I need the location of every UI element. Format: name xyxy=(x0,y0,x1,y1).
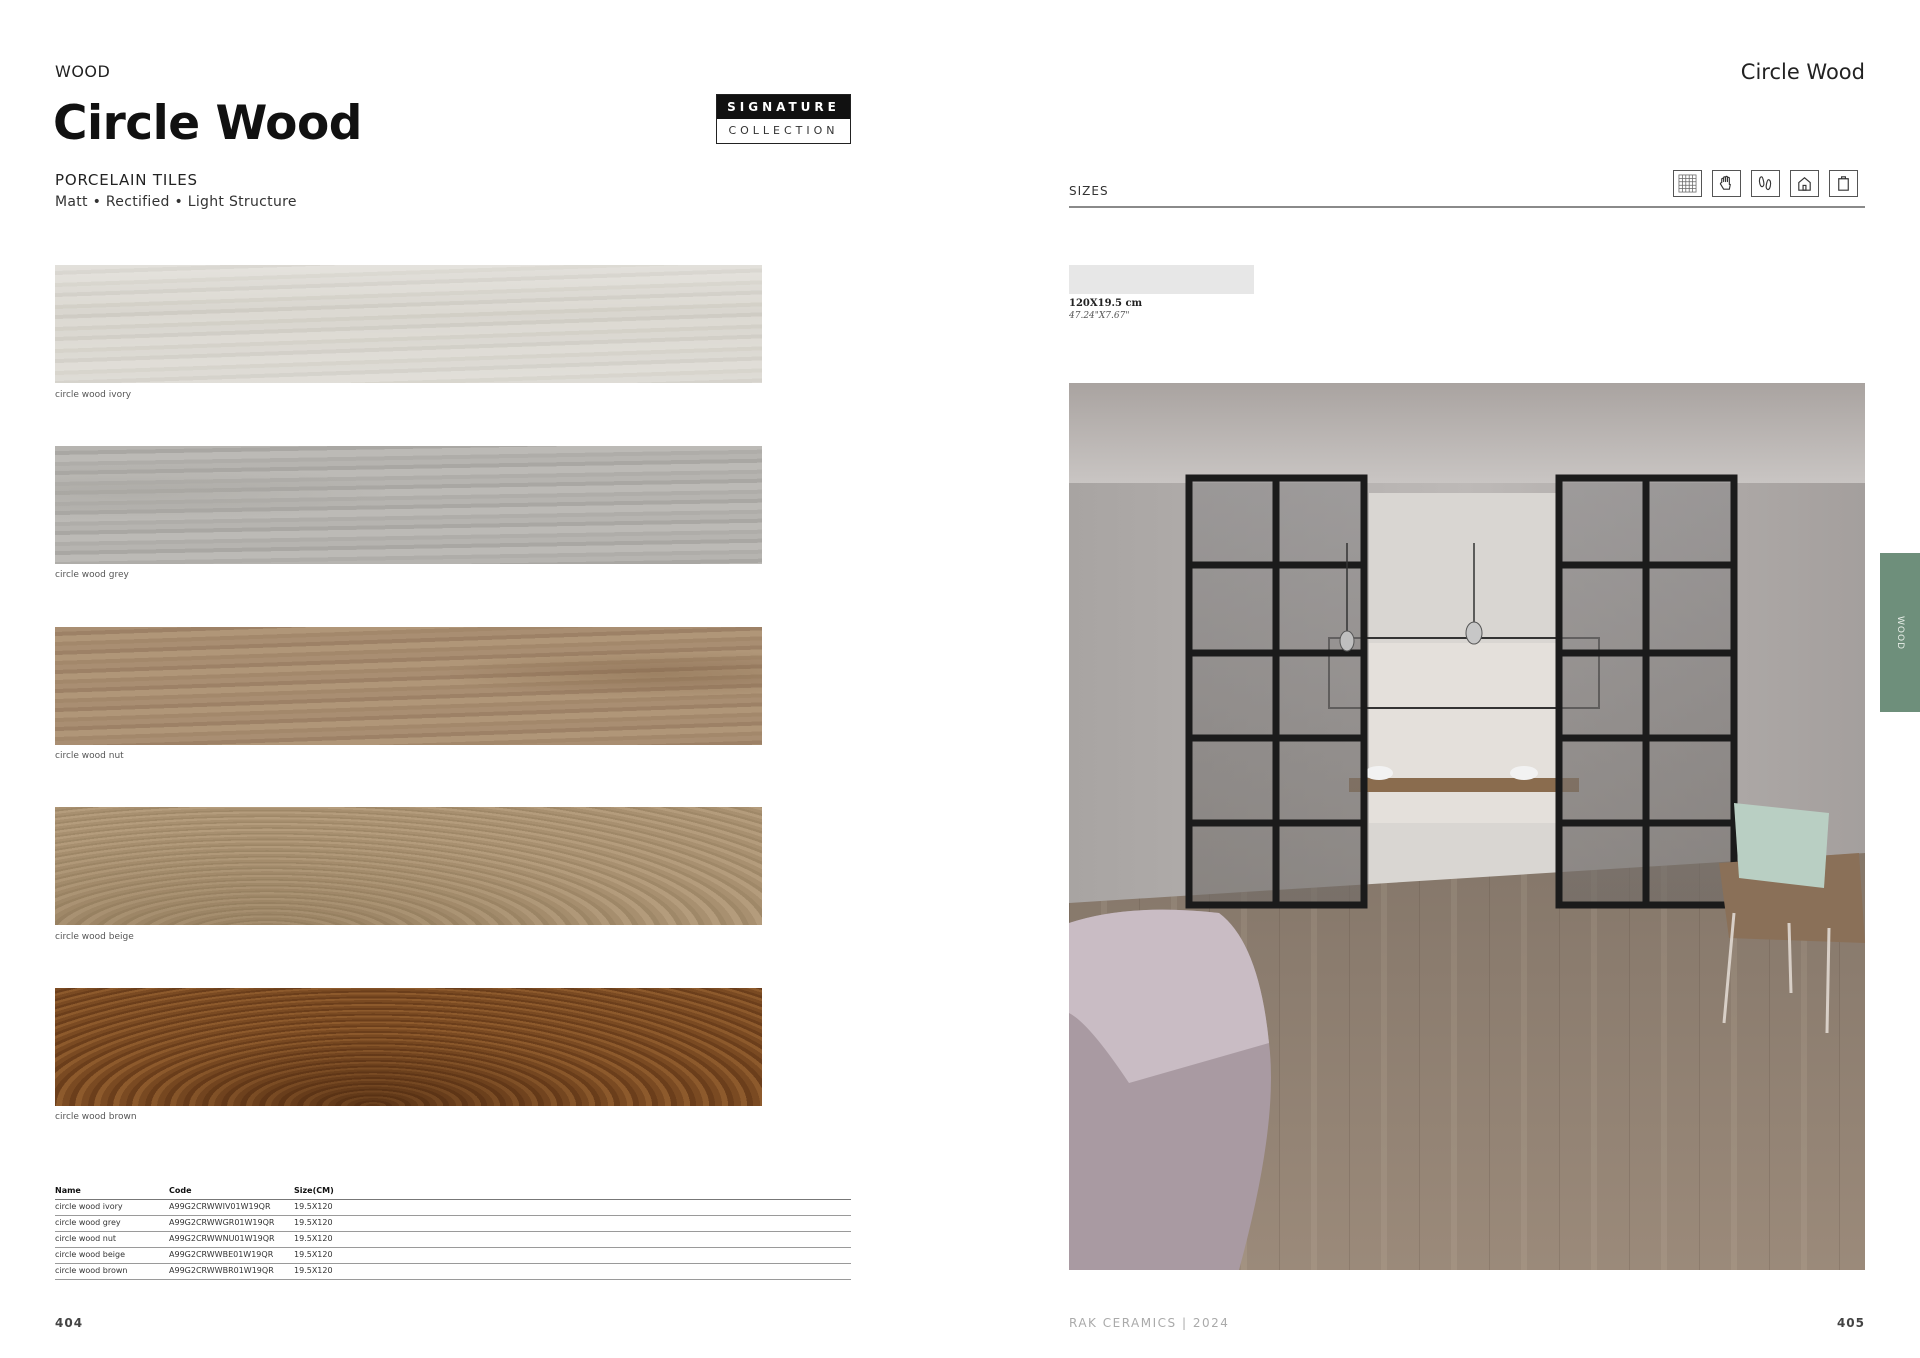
table-header: Name Code Size(CM) xyxy=(55,1184,851,1200)
product-type: PORCELAIN TILES xyxy=(55,171,198,189)
cell-name: circle wood brown xyxy=(55,1266,128,1275)
cell-code: A99G2CRWWIV01W19QR xyxy=(169,1202,271,1211)
header-name: Name xyxy=(55,1186,81,1195)
table-row: circle wood grey A99G2CRWWGR01W19QR 19.5… xyxy=(55,1216,851,1232)
cell-size: 19.5X120 xyxy=(294,1218,333,1227)
cell-name: circle wood beige xyxy=(55,1250,125,1259)
tile-swatch-brown xyxy=(55,988,762,1106)
cell-size: 19.5X120 xyxy=(294,1202,333,1211)
category-label: WOOD xyxy=(55,62,111,81)
tile-caption: circle wood nut xyxy=(55,751,124,761)
tile-caption: circle wood brown xyxy=(55,1112,137,1122)
running-title: Circle Wood xyxy=(1740,60,1865,84)
header-code: Code xyxy=(169,1186,192,1195)
tile-caption: circle wood grey xyxy=(55,570,129,580)
house-icon xyxy=(1790,170,1819,197)
cell-code: A99G2CRWWBE01W19QR xyxy=(169,1250,274,1259)
cell-code: A99G2CRWWGR01W19QR xyxy=(169,1218,275,1227)
footer-brand: RAK CERAMICS | 2024 xyxy=(1069,1316,1230,1330)
section-tab-label: WOOD xyxy=(1895,615,1905,650)
cell-size: 19.5X120 xyxy=(294,1266,333,1275)
size-imperial: 47.24"X7.67" xyxy=(1069,311,1130,321)
tile-swatch-ivory xyxy=(55,265,762,383)
finish-description: Matt • Rectified • Light Structure xyxy=(55,194,297,210)
usage-icons xyxy=(1673,170,1858,197)
tile-swatch-nut xyxy=(55,627,762,745)
size-swatch xyxy=(1069,265,1254,294)
sizes-label: SIZES xyxy=(1069,184,1109,198)
badge-line-1: SIGNATURE xyxy=(717,95,850,119)
cell-name: circle wood grey xyxy=(55,1218,121,1227)
room-photo xyxy=(1069,383,1865,1270)
cell-code: A99G2CRWWNU01W19QR xyxy=(169,1234,275,1243)
table-row: circle wood brown A99G2CRWWBR01W19QR 19.… xyxy=(55,1264,851,1280)
cell-size: 19.5X120 xyxy=(294,1250,333,1259)
cell-name: circle wood ivory xyxy=(55,1202,123,1211)
hand-icon xyxy=(1712,170,1741,197)
divider xyxy=(1069,206,1865,208)
tile-swatch-grey xyxy=(55,446,762,564)
table-row: circle wood beige A99G2CRWWBE01W19QR 19.… xyxy=(55,1248,851,1264)
tile-swatch-beige xyxy=(55,807,762,925)
tile-caption: circle wood ivory xyxy=(55,390,132,400)
signature-collection-badge: SIGNATURE COLLECTION xyxy=(716,94,851,144)
page-number-right: 405 xyxy=(1836,1316,1865,1330)
cell-name: circle wood nut xyxy=(55,1234,117,1243)
cell-size: 19.5X120 xyxy=(294,1234,333,1243)
page-title: Circle Wood xyxy=(53,96,362,151)
header-size: Size(CM) xyxy=(294,1186,334,1195)
footprints-icon xyxy=(1751,170,1780,197)
table-row: circle wood nut A99G2CRWWNU01W19QR 19.5X… xyxy=(55,1232,851,1248)
door-icon xyxy=(1829,170,1858,197)
badge-line-2: COLLECTION xyxy=(717,119,850,142)
size-metric: 120X19.5 cm xyxy=(1069,298,1143,309)
cell-code: A99G2CRWWBR01W19QR xyxy=(169,1266,274,1275)
product-table: Name Code Size(CM) circle wood ivory A99… xyxy=(55,1184,851,1280)
table-row: circle wood ivory A99G2CRWWIV01W19QR 19.… xyxy=(55,1200,851,1216)
section-tab[interactable]: WOOD xyxy=(1880,553,1920,712)
page-number-left: 404 xyxy=(55,1316,84,1330)
tile-grid-icon xyxy=(1673,170,1702,197)
tile-caption: circle wood beige xyxy=(55,932,134,942)
